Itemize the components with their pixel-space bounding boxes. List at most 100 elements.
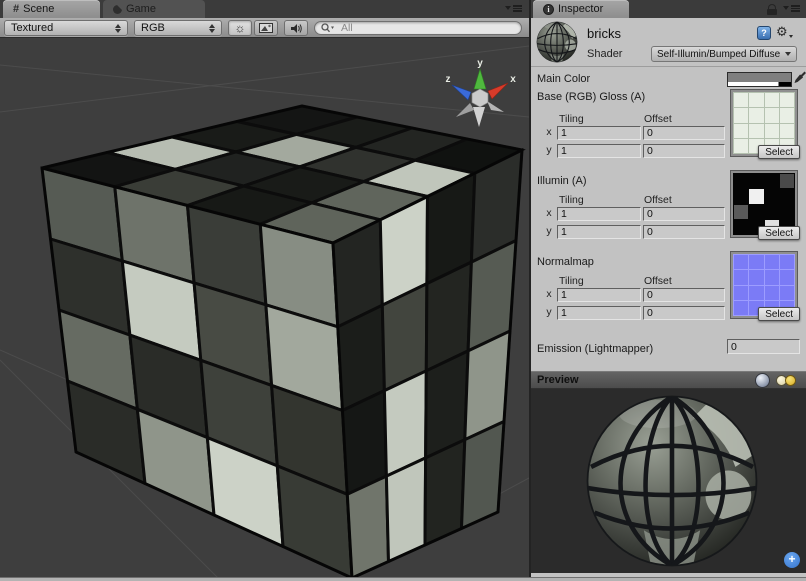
offset-y-input[interactable]: [643, 144, 725, 158]
tiling-header: Tiling: [559, 113, 584, 125]
select-button[interactable]: Select: [758, 307, 800, 321]
color-mode-label: RGB: [141, 22, 203, 34]
updown-icon: [115, 24, 121, 33]
map-label: Illumin (A): [537, 175, 587, 187]
scene-toolbar: Textured RGB ☼: [0, 18, 530, 38]
offset-header: Offset: [644, 275, 672, 287]
tab-game[interactable]: Game: [103, 0, 205, 18]
lock-icon[interactable]: [767, 4, 777, 15]
material-sphere-thumbnail[interactable]: [536, 21, 578, 63]
inspector-panel: i Inspector bricks Shader Self-Illumin/B…: [531, 0, 806, 577]
inspector-menu-icon[interactable]: [783, 5, 800, 12]
offset-y-input[interactable]: [643, 225, 725, 239]
lighting-toggle-button[interactable]: ☼: [228, 20, 252, 36]
axis-cone-back: [487, 101, 504, 112]
preview-header[interactable]: Preview: [531, 371, 806, 389]
draw-mode-dropdown[interactable]: Textured: [4, 20, 128, 36]
emission-label: Emission (Lightmapper): [537, 343, 653, 355]
tiling-header: Tiling: [559, 275, 584, 287]
tiling-y-input[interactable]: [557, 144, 641, 158]
render-mode-button[interactable]: [254, 20, 278, 36]
axis-y-label: y: [477, 58, 483, 69]
main-color-swatch[interactable]: [727, 72, 792, 87]
texture-section-illumin: Illumin (A) Tiling Offset x y Select: [537, 171, 800, 243]
search-input[interactable]: [339, 21, 515, 35]
emission-input[interactable]: [727, 339, 800, 354]
sun-icon: ☼: [235, 22, 246, 34]
axis-z-cone: [452, 85, 471, 100]
audio-toggle-button[interactable]: [284, 20, 308, 36]
preview-area[interactable]: +: [531, 389, 806, 573]
material-name: bricks: [587, 26, 621, 41]
updown-icon: [209, 24, 215, 33]
info-icon: i: [543, 4, 554, 15]
color-mode-dropdown[interactable]: RGB: [134, 20, 222, 36]
audio-icon: [290, 23, 303, 34]
offset-x-input[interactable]: [643, 207, 725, 221]
offset-x-input[interactable]: [643, 126, 725, 140]
shader-dropdown[interactable]: Self-Illumin/Bumped Diffuse: [651, 46, 797, 62]
draw-mode-label: Textured: [11, 22, 109, 34]
tiling-x-input[interactable]: [557, 126, 641, 140]
offset-header: Offset: [644, 194, 672, 206]
panel-menu-icon[interactable]: [505, 5, 522, 12]
y-label: y: [545, 144, 553, 156]
x-label: x: [545, 207, 553, 219]
gizmo-hub: [472, 89, 488, 107]
status-strip: [0, 577, 806, 581]
preview-lights-icon[interactable]: [776, 374, 800, 387]
help-icon[interactable]: ?: [757, 26, 771, 40]
axis-y-cone: [474, 69, 486, 89]
tiling-x-input[interactable]: [557, 207, 641, 221]
scene-tabbar: # Scene Game: [0, 0, 530, 18]
axis-z-label: z: [446, 74, 451, 85]
tab-scene-label: Scene: [23, 3, 54, 15]
x-label: x: [545, 126, 553, 138]
tab-inspector[interactable]: i Inspector: [533, 0, 629, 18]
main-color-label: Main Color: [537, 73, 590, 85]
tiling-y-input[interactable]: [557, 306, 641, 320]
preview-sphere-icon[interactable]: [755, 373, 770, 388]
plus-icon[interactable]: +: [784, 552, 800, 568]
preview-title: Preview: [537, 374, 755, 386]
axis-x-label: x: [510, 74, 516, 85]
axis-cone-down: [473, 107, 485, 127]
inspector-tabbar: i Inspector: [531, 0, 806, 18]
axis-x-cone: [488, 83, 508, 99]
image-icon: [259, 23, 273, 33]
axis-gizmo[interactable]: y x z: [440, 55, 520, 133]
inspector-content: bricks Shader Self-Illumin/Bumped Diffus…: [531, 18, 806, 573]
map-label: Normalmap: [537, 256, 594, 268]
y-label: y: [545, 306, 553, 318]
search-icon: [321, 23, 335, 33]
shader-label: Shader: [587, 48, 622, 60]
offset-x-input[interactable]: [643, 288, 725, 302]
eyedropper-icon[interactable]: [793, 70, 806, 84]
offset-y-input[interactable]: [643, 306, 725, 320]
separator: [531, 66, 806, 67]
tiling-y-input[interactable]: [557, 225, 641, 239]
select-button[interactable]: Select: [758, 145, 800, 159]
tiling-x-input[interactable]: [557, 288, 641, 302]
tiling-header: Tiling: [559, 194, 584, 206]
offset-header: Offset: [644, 113, 672, 125]
chevron-down-icon: [785, 52, 791, 56]
shader-value: Self-Illumin/Bumped Diffuse: [657, 49, 781, 60]
search-field[interactable]: [314, 21, 522, 35]
tab-inspector-label: Inspector: [558, 3, 603, 15]
preview-sphere: [584, 393, 760, 569]
texture-section-base: Base (RGB) Gloss (A) Tiling Offset x y S…: [537, 90, 800, 162]
texture-section-normalmap: Normalmap Tiling Offset x y Select: [537, 252, 800, 324]
grid-icon: #: [13, 3, 19, 15]
map-label: Base (RGB) Gloss (A): [537, 91, 645, 103]
gear-icon[interactable]: ⚙: [776, 24, 793, 40]
y-label: y: [545, 225, 553, 237]
tab-scene[interactable]: # Scene: [3, 0, 100, 18]
select-button[interactable]: Select: [758, 226, 800, 240]
game-icon: [113, 5, 122, 14]
scene-viewport[interactable]: y x z: [0, 38, 529, 577]
axis-cone-back: [456, 103, 474, 117]
scene-panel: # Scene Game Textured RGB ☼: [0, 0, 530, 577]
tab-game-label: Game: [126, 3, 156, 15]
x-label: x: [545, 288, 553, 300]
